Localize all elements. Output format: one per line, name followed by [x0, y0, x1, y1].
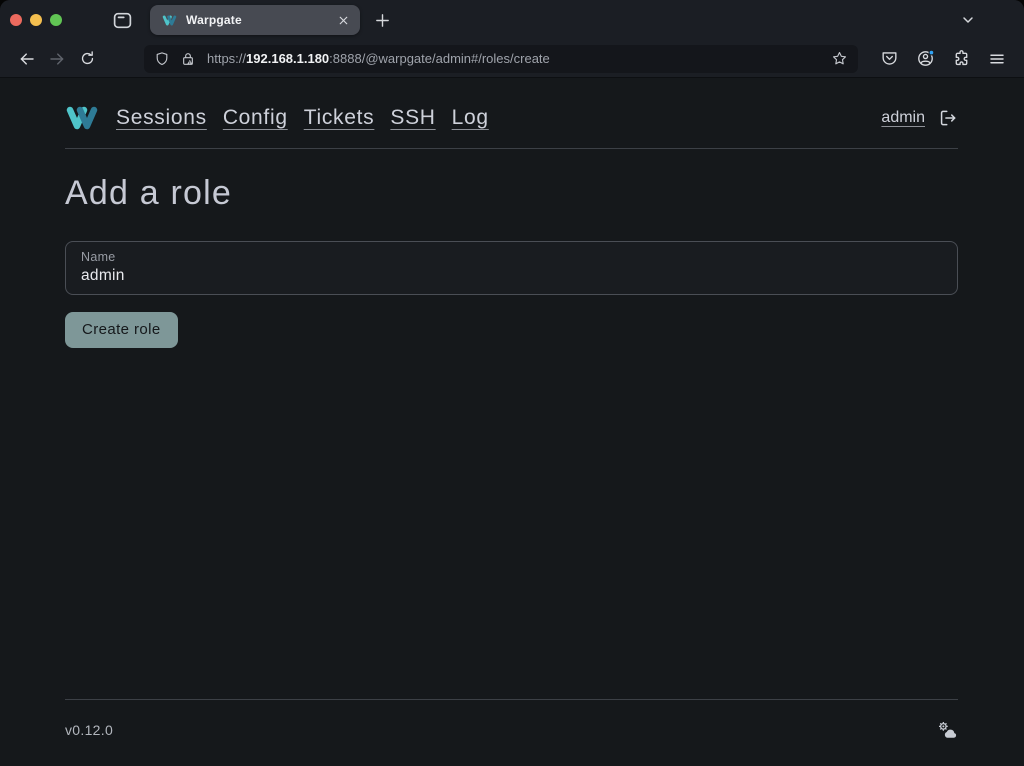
logout-icon[interactable]	[938, 108, 958, 128]
bookmark-star-icon[interactable]	[831, 50, 848, 67]
minimize-window-button[interactable]	[30, 14, 42, 26]
tab-title: Warpgate	[186, 13, 335, 27]
new-tab-button[interactable]	[374, 12, 391, 29]
role-name-label: Name	[81, 250, 942, 264]
reload-icon[interactable]	[72, 45, 102, 73]
tab-close-icon[interactable]	[335, 12, 352, 29]
nav-link-config[interactable]: Config	[223, 106, 288, 130]
tab-favicon-warpgate-logo	[162, 14, 177, 27]
back-icon[interactable]	[12, 45, 42, 73]
url-path: :8888/@warpgate/admin#/roles/create	[329, 51, 550, 66]
traffic-lights	[0, 14, 62, 26]
nav-link-tickets[interactable]: Tickets	[304, 106, 375, 130]
page-footer: v0.12.0	[65, 700, 958, 766]
url-bar[interactable]: https://192.168.1.180:8888/@warpgate/adm…	[144, 45, 858, 73]
content-spacer	[65, 348, 958, 699]
browser-window: Warpgate	[0, 0, 1024, 766]
nav-link-ssh[interactable]: SSH	[390, 106, 435, 130]
nav-user-area: admin	[881, 108, 958, 128]
site-navbar: Sessions Config Tickets SSH Log admin	[65, 104, 958, 132]
page-title: Add a role	[65, 174, 958, 213]
tab-strip: Warpgate	[0, 0, 1024, 40]
shield-icon[interactable]	[154, 51, 170, 67]
role-name-input[interactable]	[81, 264, 942, 285]
pocket-icon[interactable]	[880, 49, 899, 68]
zoom-window-button[interactable]	[50, 14, 62, 26]
nav-link-log[interactable]: Log	[452, 106, 489, 130]
browser-toolbar: https://192.168.1.180:8888/@warpgate/adm…	[0, 40, 1024, 78]
firefox-view-icon[interactable]	[112, 10, 133, 31]
create-role-button[interactable]: Create role	[65, 312, 178, 348]
toolbar-extensions-area	[872, 49, 1012, 68]
role-name-field[interactable]: Name	[65, 241, 958, 295]
forward-icon[interactable]	[42, 45, 72, 73]
url-domain: 192.168.1.180	[246, 51, 329, 66]
extensions-icon[interactable]	[952, 49, 971, 68]
security-icons	[154, 51, 196, 67]
warpgate-logo[interactable]	[65, 104, 99, 132]
navbar-divider	[65, 148, 958, 149]
version-label: v0.12.0	[65, 722, 113, 738]
close-window-button[interactable]	[10, 14, 22, 26]
lock-warning-icon[interactable]	[180, 51, 196, 67]
tabs-dropdown-icon[interactable]	[960, 12, 976, 28]
nav-links: Sessions Config Tickets SSH Log	[116, 106, 489, 130]
user-link[interactable]: admin	[881, 109, 925, 127]
tab-warpgate[interactable]: Warpgate	[150, 5, 360, 35]
footer-gears-icon[interactable]	[936, 720, 958, 740]
nav-link-sessions[interactable]: Sessions	[116, 106, 207, 130]
warpgate-admin-page: Sessions Config Tickets SSH Log admin Ad…	[0, 78, 1024, 766]
url-text[interactable]: https://192.168.1.180:8888/@warpgate/adm…	[207, 51, 823, 66]
menu-icon[interactable]	[988, 50, 1006, 68]
account-icon[interactable]	[916, 49, 935, 68]
url-scheme: https://	[207, 51, 246, 66]
